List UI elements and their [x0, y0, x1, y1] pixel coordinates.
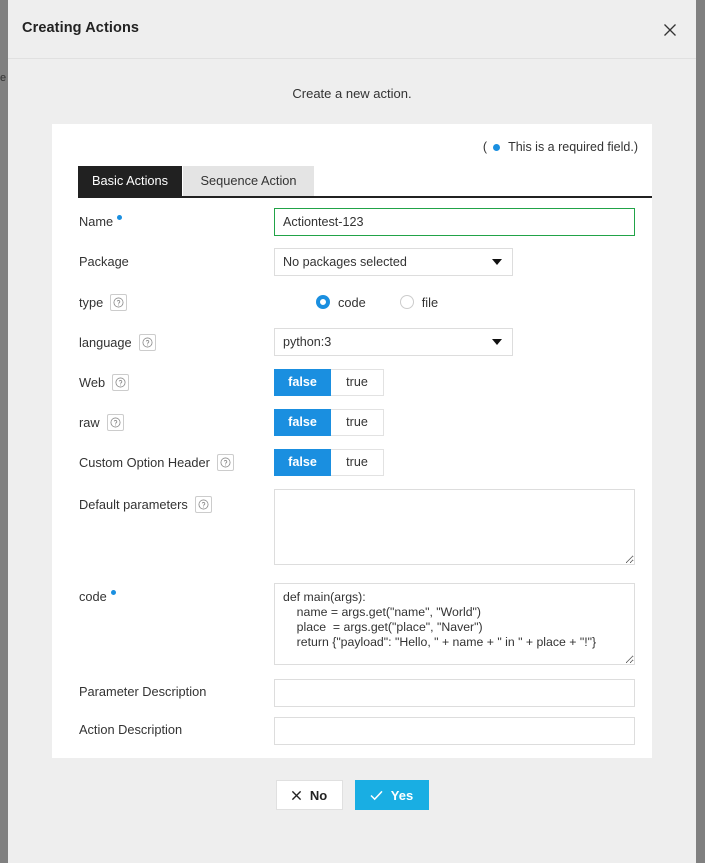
custom-option-header-toggle-true[interactable]: true: [331, 449, 384, 476]
package-select[interactable]: No packages selected: [274, 248, 513, 276]
type-radio-file[interactable]: file: [399, 294, 439, 310]
check-icon: [370, 790, 383, 800]
default-parameters-label: Default parameters: [79, 497, 188, 512]
package-select-value: No packages selected: [283, 255, 407, 269]
default-parameters-wrap: [274, 489, 635, 570]
package-label: Package: [79, 254, 129, 269]
language-select-wrap: python:3: [274, 328, 513, 356]
page-title: Creating Actions: [22, 20, 140, 36]
tab-bar: Basic Actions Sequence Action: [78, 166, 652, 198]
required-dot-icon: [117, 214, 123, 220]
default-parameters-textarea[interactable]: [274, 489, 635, 565]
yes-button-label: Yes: [390, 787, 414, 803]
tab-sequence-action[interactable]: Sequence Action: [183, 166, 314, 196]
custom-option-header-label-group: Custom Option Header: [79, 454, 234, 471]
chevron-down-icon: [492, 339, 502, 345]
backdrop-text-fragment: e: [0, 72, 7, 84]
type-radio-file-label: file: [421, 294, 439, 310]
chevron-down-icon: [492, 259, 502, 265]
language-select-value: python:3: [283, 335, 332, 349]
raw-label-group: raw: [79, 414, 124, 431]
parameter-description-wrap: [274, 679, 635, 707]
modal-subtitle: Create a new action.: [292, 86, 412, 101]
web-label: Web: [79, 375, 106, 390]
type-radio-code-label: code: [338, 294, 366, 310]
custom-option-header-label: Custom Option Header: [79, 455, 210, 470]
close-icon[interactable]: [654, 14, 686, 46]
required-field-note: ( This is a required field.): [483, 140, 638, 154]
language-label-group: language: [79, 334, 156, 351]
action-description-input[interactable]: [274, 717, 635, 745]
action-description-wrap: [274, 717, 635, 745]
creating-actions-modal: Creating Actions Create a new action. ( …: [8, 0, 696, 863]
name-label: Name: [79, 214, 114, 229]
custom-option-header-toggle-group: false true: [274, 449, 384, 476]
raw-toggle-group: false true: [274, 409, 384, 436]
action-description-label: Action Description: [79, 722, 183, 737]
raw-toggle-wrap: false true: [274, 409, 384, 436]
custom-option-header-toggle-wrap: false true: [274, 449, 384, 476]
type-radio-wrap: code file: [316, 288, 438, 316]
web-toggle-false[interactable]: false: [274, 369, 331, 396]
type-radio-group: code file: [316, 288, 438, 316]
raw-label: raw: [79, 415, 100, 430]
type-label: type: [79, 295, 104, 310]
parameter-description-label: Parameter Description: [79, 684, 207, 699]
type-radio-code[interactable]: code: [316, 295, 366, 310]
custom-option-header-toggle-false[interactable]: false: [274, 449, 331, 476]
backdrop-left-strip: [0, 0, 8, 863]
modal-header: Creating Actions: [8, 0, 696, 59]
web-toggle-group: false true: [274, 369, 384, 396]
language-select[interactable]: python:3: [274, 328, 513, 356]
yes-button[interactable]: Yes: [354, 780, 429, 810]
required-dot-icon: [110, 589, 116, 595]
action-form-card: ( This is a required field.) Basic Actio…: [52, 124, 652, 758]
required-note-text: This is a required field.): [508, 140, 638, 154]
help-icon[interactable]: [138, 334, 156, 351]
package-select-wrap: No packages selected: [274, 248, 513, 276]
parameter-description-input[interactable]: [274, 679, 635, 707]
radio-selected-icon: [316, 295, 330, 309]
help-icon[interactable]: [112, 374, 130, 391]
radio-unselected-icon: [399, 295, 414, 309]
name-input[interactable]: [274, 208, 635, 236]
web-toggle-true[interactable]: true: [331, 369, 384, 396]
help-icon[interactable]: [194, 496, 212, 513]
backdrop-right-strip: [696, 0, 705, 863]
code-textarea[interactable]: def main(args): name = args.get("name", …: [274, 583, 635, 665]
no-button[interactable]: No: [275, 780, 343, 810]
help-icon[interactable]: [216, 454, 234, 471]
required-dot-icon: [493, 143, 501, 151]
default-parameters-label-group: Default parameters: [79, 496, 212, 513]
code-label-group: code: [79, 589, 116, 604]
help-icon[interactable]: [110, 294, 128, 311]
code-label: code: [79, 589, 107, 604]
type-label-group: type: [79, 294, 128, 311]
help-icon[interactable]: [106, 414, 124, 431]
no-button-label: No: [309, 787, 328, 803]
modal-footer: No Yes: [8, 780, 696, 810]
code-wrap: def main(args): name = args.get("name", …: [274, 583, 635, 670]
close-icon: [291, 790, 301, 800]
name-field-wrap: [274, 208, 635, 236]
language-label: language: [79, 335, 132, 350]
web-toggle-wrap: false true: [274, 369, 384, 396]
raw-toggle-false[interactable]: false: [274, 409, 331, 436]
name-label-group: Name: [79, 214, 123, 229]
tab-bar-underline: [78, 196, 652, 198]
raw-toggle-true[interactable]: true: [331, 409, 384, 436]
required-note-paren: (: [482, 140, 488, 154]
web-label-group: Web: [79, 374, 130, 391]
tab-basic-actions[interactable]: Basic Actions: [78, 166, 182, 196]
